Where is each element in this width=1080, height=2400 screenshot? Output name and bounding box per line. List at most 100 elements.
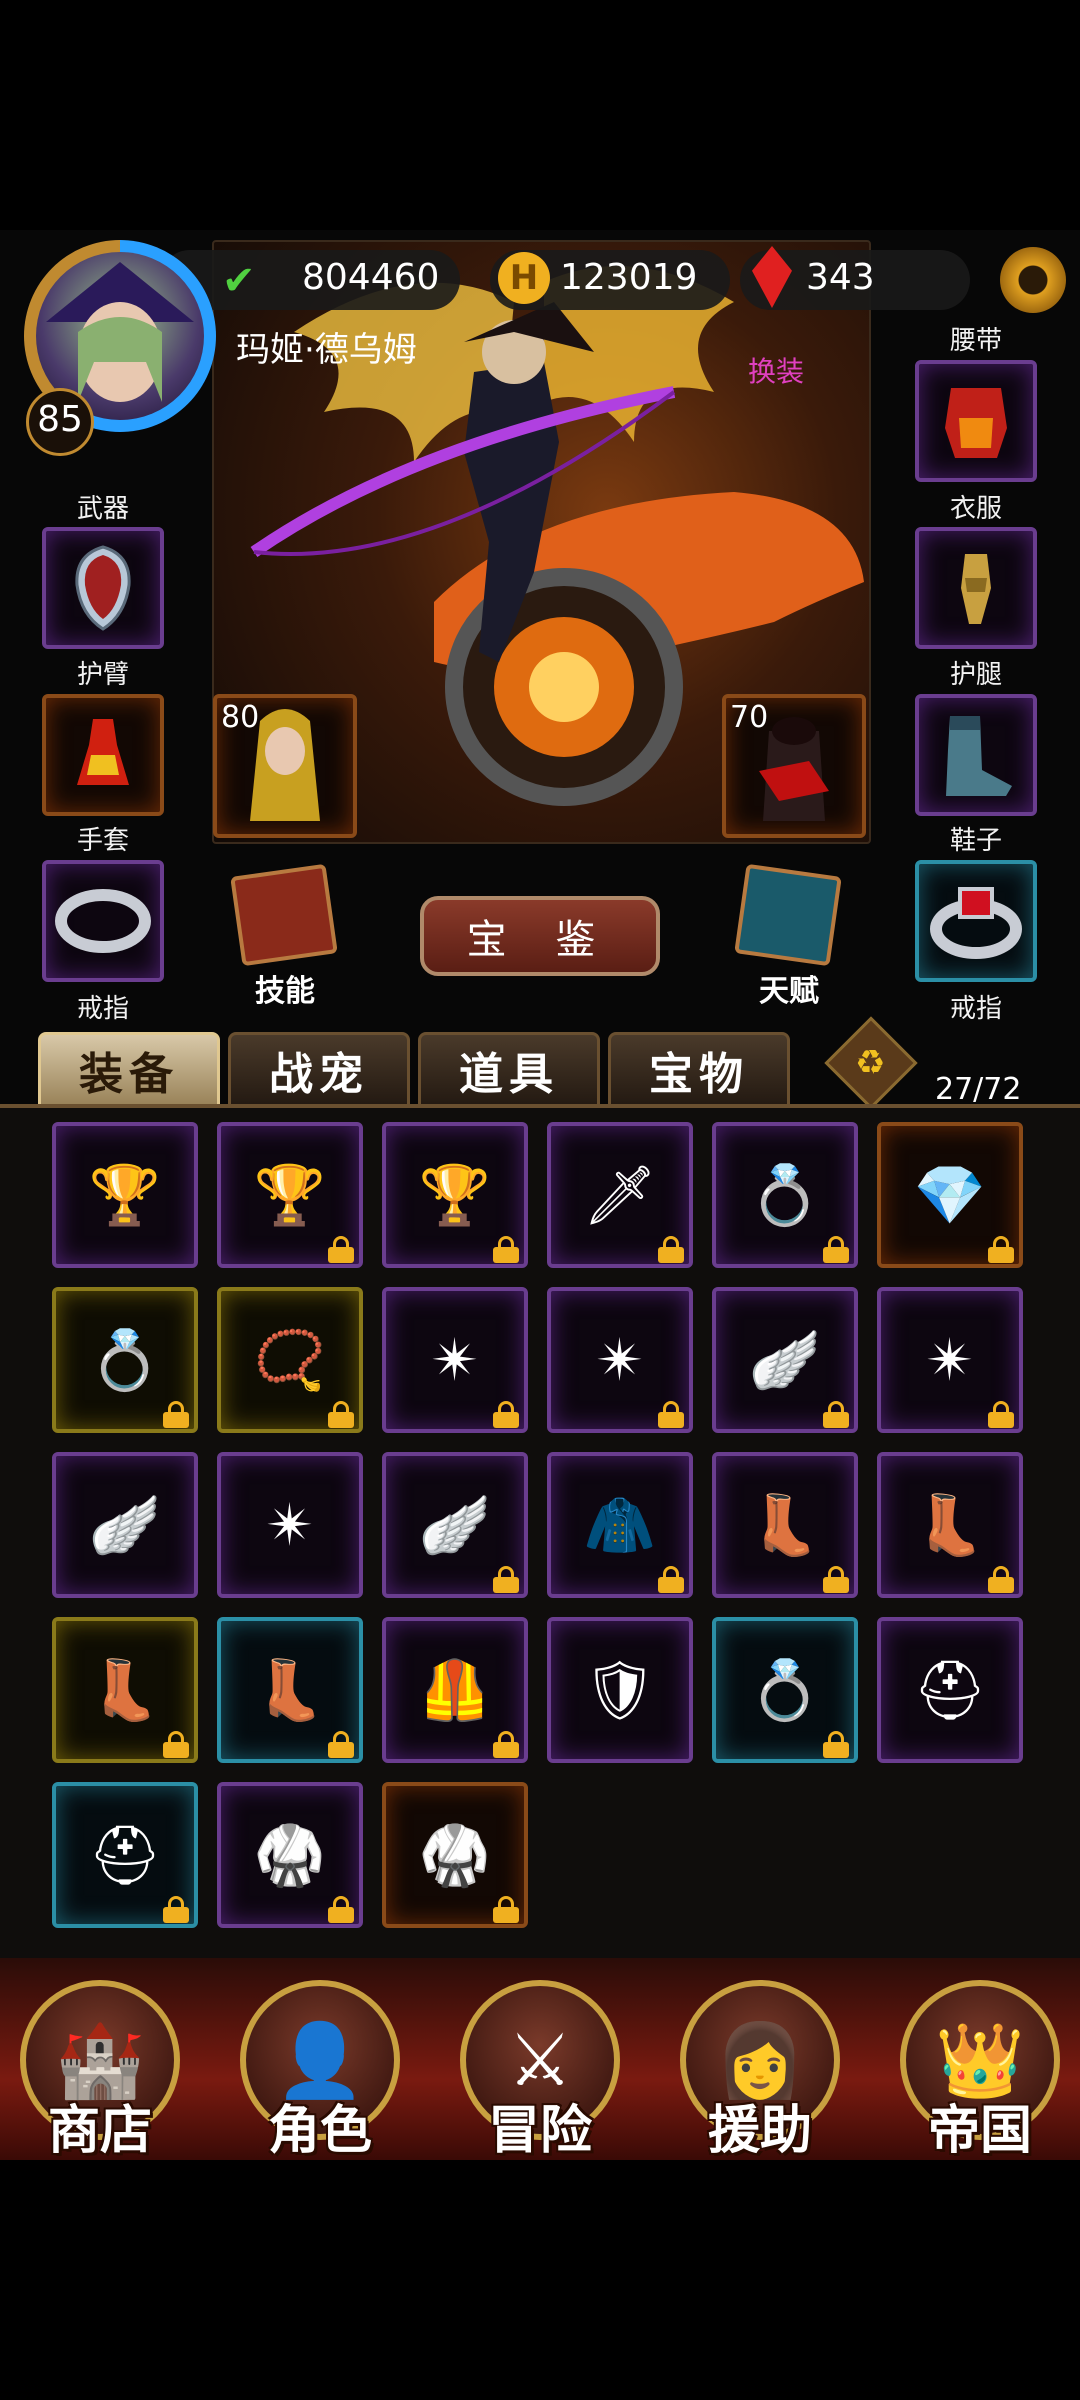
shoes-slot[interactable] — [915, 694, 1037, 816]
shield-icon: 🛡 — [583, 1655, 657, 1724]
character-name: 玛姬·德乌姆 — [236, 330, 417, 370]
inventory-item[interactable]: 🏆 — [217, 1122, 363, 1268]
lock-icon — [162, 1401, 190, 1428]
inventory-item[interactable]: 🗡 — [547, 1122, 693, 1268]
inventory-item[interactable]: 🛡 — [547, 1617, 693, 1763]
settings-gear-icon[interactable] — [1000, 247, 1066, 313]
armguard-slot[interactable] — [42, 527, 164, 649]
slot-label-armguard: 护臂 — [76, 660, 129, 690]
companion-left-slot[interactable]: 80 — [213, 694, 357, 838]
tab-equipment[interactable]: 装备 — [38, 1032, 220, 1104]
inventory-item[interactable]: 💎 — [877, 1122, 1023, 1268]
lock-icon — [492, 1236, 520, 1263]
inventory-item[interactable]: ⛑ — [52, 1782, 198, 1928]
gold-value: 123019 — [560, 257, 698, 298]
winged-pendant-icon: 🪽 — [88, 1490, 162, 1559]
lock-icon — [492, 1896, 520, 1923]
talent-book-icon — [734, 863, 842, 967]
lock-icon — [327, 1896, 355, 1923]
slot-label-weapon: 武器 — [76, 494, 129, 524]
inventory-item[interactable]: 💍 — [52, 1287, 198, 1433]
nav-shop-label: 商店 — [47, 2100, 152, 2161]
tab-treasures[interactable]: 宝物 — [608, 1032, 790, 1104]
red-armor-icon — [919, 364, 1033, 478]
change-outfit-button[interactable]: 换装 — [748, 350, 804, 390]
lock-icon — [822, 1566, 850, 1593]
ring-right-slot[interactable] — [915, 860, 1037, 982]
nav-character-label: 角色 — [267, 2100, 372, 2161]
star-amulet-icon: ✴ — [265, 1491, 315, 1559]
inventory-item[interactable]: 🪽 — [712, 1287, 858, 1433]
slot-label-ring-right: 戒指 — [949, 994, 1002, 1024]
legguard-slot[interactable] — [915, 527, 1037, 649]
inventory-item[interactable]: 👢 — [712, 1452, 858, 1598]
inventory-item[interactable]: ✴ — [877, 1287, 1023, 1433]
inventory-item[interactable]: 💍 — [712, 1617, 858, 1763]
lock-icon — [987, 1401, 1015, 1428]
lock-icon — [987, 1566, 1015, 1593]
lock-icon — [492, 1566, 520, 1593]
gold-gauntlet-icon — [919, 531, 1033, 645]
inventory-item[interactable]: 📿 — [217, 1287, 363, 1433]
inventory-item[interactable]: 🥋 — [382, 1782, 528, 1928]
recycle-icon: ♻ — [855, 1043, 886, 1083]
lock-icon — [822, 1401, 850, 1428]
inventory-item[interactable]: 👢 — [877, 1452, 1023, 1598]
skills-button[interactable]: 技能 — [230, 863, 340, 1009]
inventory-count: 27/72 — [935, 1072, 1022, 1107]
lock-icon — [492, 1731, 520, 1758]
treasure-guide-button[interactable]: 宝 鉴 — [420, 896, 660, 976]
lock-icon — [327, 1236, 355, 1263]
slot-label-shoes: 鞋子 — [949, 826, 1002, 856]
slot-label-belt: 腰带 — [949, 326, 1002, 356]
lock-icon — [657, 1236, 685, 1263]
inventory-item[interactable]: ✴ — [547, 1287, 693, 1433]
inventory-item[interactable]: 🏆 — [382, 1122, 528, 1268]
tab-items[interactable]: 道具 — [418, 1032, 600, 1104]
golden-chalice-icon: 🏆 — [88, 1160, 162, 1229]
companion-left-level: 80 — [221, 700, 260, 735]
lock-icon — [492, 1401, 520, 1428]
inventory-item[interactable]: 💍 — [712, 1122, 858, 1268]
lock-icon — [327, 1731, 355, 1758]
gold-coin-icon: H — [498, 252, 550, 304]
inventory-item[interactable]: 🏆 — [52, 1122, 198, 1268]
lock-icon — [657, 1401, 685, 1428]
clothes-slot[interactable] — [915, 360, 1037, 482]
inventory-item[interactable]: ⛑ — [877, 1617, 1023, 1763]
level-badge: 85 — [26, 388, 94, 456]
lock-icon — [822, 1731, 850, 1758]
skills-label: 技能 — [255, 974, 315, 1009]
nav-empire-label: 帝国 — [927, 2100, 1032, 2161]
lock-icon — [987, 1236, 1015, 1263]
inventory-item[interactable]: ✴ — [382, 1287, 528, 1433]
slot-label-legguard: 护腿 — [949, 660, 1002, 690]
power-value: 804460 — [302, 257, 440, 298]
inventory-item[interactable]: 🪽 — [52, 1452, 198, 1598]
skill-book-icon — [230, 863, 338, 967]
silver-ring-icon — [46, 864, 160, 978]
power-icon: ✔ — [222, 258, 256, 304]
lock-icon — [822, 1236, 850, 1263]
golden-helmet-icon: ⛑ — [913, 1655, 987, 1724]
inventory-item[interactable]: 🦺 — [382, 1617, 528, 1763]
nav-adventure-label: 冒险 — [487, 2100, 592, 2161]
inventory-item[interactable]: 👢 — [217, 1617, 363, 1763]
ring-left-slot[interactable] — [42, 860, 164, 982]
slot-label-clothes: 衣服 — [949, 494, 1002, 524]
inventory-item[interactable]: 🧥 — [547, 1452, 693, 1598]
slot-label-ring-left: 戒指 — [76, 994, 129, 1024]
slot-label-gloves: 手套 — [76, 826, 129, 856]
inventory-item[interactable]: 👢 — [52, 1617, 198, 1763]
lock-icon — [162, 1896, 190, 1923]
inventory-item[interactable]: 🪽 — [382, 1452, 528, 1598]
tab-pets[interactable]: 战宠 — [228, 1032, 410, 1104]
lock-icon — [657, 1566, 685, 1593]
talent-button[interactable]: 天赋 — [734, 863, 844, 1009]
gloves-slot[interactable] — [42, 694, 164, 816]
inventory-item[interactable]: 🥋 — [217, 1782, 363, 1928]
shield-icon — [46, 531, 160, 645]
inventory-item[interactable]: ✴ — [217, 1452, 363, 1598]
nav-assist-label: 援助 — [707, 2100, 812, 2161]
companion-right-slot[interactable]: 70 — [722, 694, 866, 838]
